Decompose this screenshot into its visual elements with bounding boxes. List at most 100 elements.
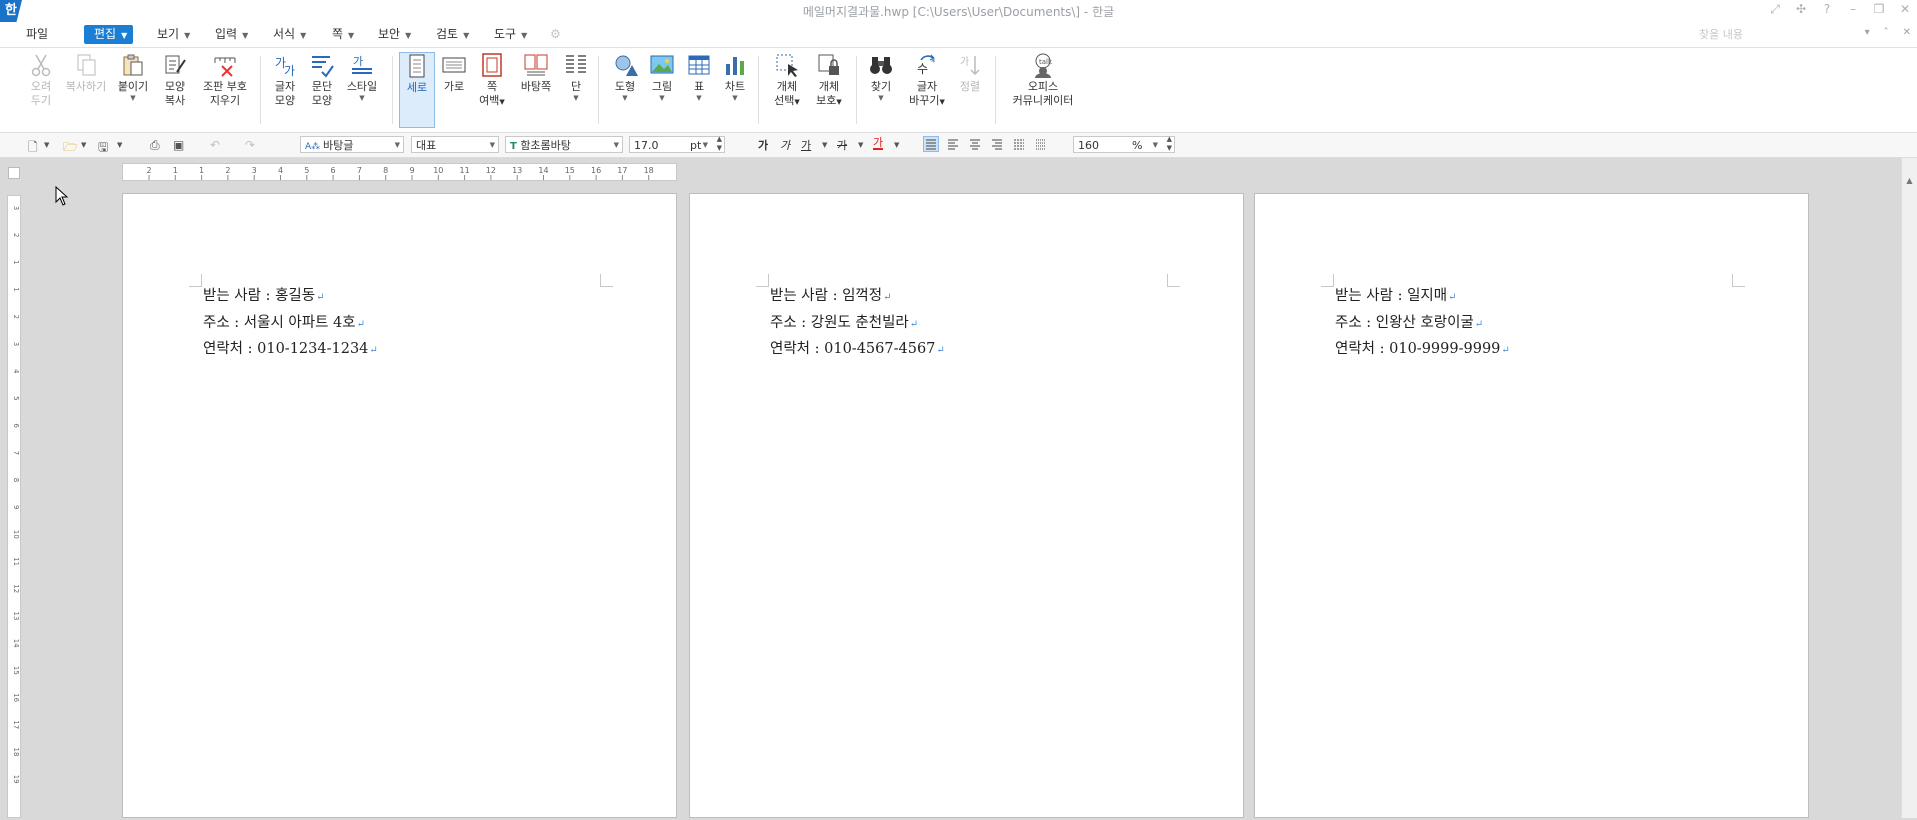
menu-security[interactable]: 보안 ▼ <box>374 25 415 44</box>
restore-button[interactable]: ❐ <box>1871 2 1887 17</box>
binoculars-icon <box>870 57 892 74</box>
help-icon[interactable]: ? <box>1819 2 1835 17</box>
left-align-icon[interactable] <box>946 137 960 151</box>
language-select[interactable]: 대표 ▼ <box>411 136 499 153</box>
style-button[interactable]: 가 스타일 ▼ <box>342 52 382 102</box>
picture-icon <box>650 55 674 74</box>
fullscreen-icon[interactable]: ⤢ <box>1767 2 1783 17</box>
ruler-label: 18 <box>644 166 654 175</box>
italic-button[interactable]: 가 <box>780 137 790 153</box>
horizontal-ruler-ticks: 2 1 1 2 3 4 5 6 7 8 9 10 11 12 13 14 15 16 17 18 <box>146 166 654 180</box>
find-button[interactable]: 찾기 ▼ <box>864 52 898 102</box>
shape-button[interactable]: 도형 ▼ <box>607 52 643 102</box>
portrait-button[interactable]: 세로 <box>399 52 435 128</box>
chevron-down-icon[interactable]: ▼ <box>81 141 86 149</box>
clear-format-button[interactable]: 조판 부호 지우기 <box>198 52 252 108</box>
ruler-label: 4 <box>12 369 20 374</box>
replace-button[interactable]: 수 * 글자 바꾸기▼ <box>905 52 949 109</box>
menu-view[interactable]: 보기 ▼ <box>153 25 194 44</box>
chevron-down-icon[interactable]: ▼ <box>117 141 122 149</box>
ribbon-divider <box>598 56 599 124</box>
zoom-spinner[interactable]: ▲ ▼ <box>1167 135 1172 153</box>
svg-text:가: 가 <box>960 56 969 68</box>
chevron-down-icon[interactable]: ▼ <box>822 141 827 149</box>
menu-insert[interactable]: 입력 ▼ <box>211 25 252 44</box>
chevron-down-icon[interactable]: ▼ <box>858 141 863 149</box>
strike-button[interactable]: 가 <box>837 137 847 153</box>
new-document-icon[interactable]: 🗋 <box>28 138 38 159</box>
object-protect-button[interactable]: 개체 보호▼ <box>810 52 848 109</box>
ribbon-options-icon[interactable]: ▾ <box>1865 27 1870 38</box>
menu-tools[interactable]: 도구 ▼ <box>490 25 531 44</box>
horizontal-ruler[interactable]: 2 1 1 2 3 4 5 6 7 8 9 10 11 12 13 14 15 16 17 18 <box>122 163 677 181</box>
style-select[interactable]: A⁂ 바탕글 ▼ <box>300 136 404 153</box>
recipient-line: 받는 사람 : 홍길동↵ <box>203 288 325 304</box>
font-color-button[interactable]: 가 <box>873 137 884 150</box>
justify-align-icon[interactable] <box>923 136 939 152</box>
minimize-button[interactable]: – <box>1845 2 1861 17</box>
format-copy-button[interactable]: 모양 복사 <box>158 52 192 108</box>
pin-icon[interactable]: ✣ <box>1793 2 1809 17</box>
scroll-up-icon[interactable]: ▲ <box>1902 176 1917 185</box>
print-preview-icon[interactable]: ▣ <box>173 138 184 152</box>
menu-review[interactable]: 검토 ▼ <box>432 25 473 44</box>
chevron-down-icon[interactable]: ▼ <box>44 141 49 149</box>
chevron-down-icon: ▼ <box>696 94 702 102</box>
picture-button[interactable]: 그림 ▼ <box>645 52 679 102</box>
table-button[interactable]: 표 ▼ <box>682 52 716 102</box>
ribbon-collapse-icon[interactable]: ˄ <box>1884 27 1889 38</box>
print-icon[interactable]: ⎙ <box>150 138 160 153</box>
office-communicator-button[interactable]: talk 오피스 커뮤니케이터 <box>1005 52 1081 108</box>
paste-button[interactable]: 붙이기 ▼ <box>114 52 152 102</box>
para-shape-button[interactable]: 문단 모양 <box>305 52 339 108</box>
zoom-unit: % <box>1132 139 1143 152</box>
search-input[interactable]: 찾을 내용 <box>1699 26 1869 43</box>
zoom-field[interactable]: 160 % ▼ ▲ ▼ <box>1073 135 1175 153</box>
ruler-toggle[interactable] <box>8 167 20 179</box>
vertical-ruler[interactable]: 3 2 1 1 2 3 4 5 6 7 8 9 10 11 12 13 14 15 16 17 18 19 <box>7 195 21 818</box>
font-select[interactable]: T 함초롬바탕 ▼ <box>505 136 623 153</box>
redo-icon[interactable]: ↷ <box>245 138 255 152</box>
close-doc-icon[interactable]: ✕ <box>1903 27 1911 38</box>
page-3-text[interactable]: 받는 사람 : 일지매↵ 주소 : 인왕산 호랑이굴↵ 연락처 : 010-99… <box>1335 284 1510 364</box>
char-shape-label-2: 모양 <box>274 94 296 107</box>
document-page-1[interactable]: 받는 사람 : 홍길동↵ 주소 : 서울시 아파트 4호↵ 연락처 : 010-… <box>122 193 677 818</box>
char-shape-button[interactable]: 가가 글자 모양 <box>268 52 302 108</box>
distribute-align-icon[interactable] <box>1012 137 1026 151</box>
page-1-text[interactable]: 받는 사람 : 홍길동↵ 주소 : 서울시 아파트 4호↵ 연락처 : 010-… <box>203 284 378 364</box>
menu-edit[interactable]: 편집 ▼ <box>84 25 134 44</box>
split-align-icon[interactable] <box>1034 137 1048 151</box>
menu-file-label: 파일 <box>26 27 49 41</box>
margin-button[interactable]: 쪽 여백▼ <box>475 52 509 109</box>
center-align-icon[interactable] <box>968 137 982 151</box>
right-align-icon[interactable] <box>990 137 1004 151</box>
open-folder-icon[interactable]: 🗁 <box>63 138 78 159</box>
document-page-2[interactable]: 받는 사람 : 임꺽정↵ 주소 : 강원도 춘천빌라↵ 연락처 : 010-45… <box>689 193 1244 818</box>
object-select-button[interactable]: 개체 선택▼ <box>768 52 806 109</box>
columns-button[interactable]: 단 ▼ <box>560 52 592 102</box>
chart-button[interactable]: 차트 ▼ <box>718 52 752 102</box>
menu-page[interactable]: 쪽 ▼ <box>328 25 358 44</box>
landscape-button[interactable]: 가로 <box>437 52 471 94</box>
font-size-field[interactable]: 17.0 pt ▼ ▲ ▼ <box>629 135 725 153</box>
paste-label: 붙이기 <box>117 80 149 93</box>
undo-icon[interactable]: ↶ <box>210 138 220 152</box>
close-button[interactable]: ✕ <box>1897 2 1913 17</box>
vertical-scrollbar[interactable]: ▲ <box>1901 158 1917 818</box>
chevron-down-icon[interactable]: ▼ <box>894 141 899 149</box>
cut-button[interactable]: 오려 두기 <box>24 52 58 108</box>
bold-button[interactable]: 가 <box>758 137 768 153</box>
font-size-spinner[interactable]: ▲ ▼ <box>717 135 722 153</box>
sort-button[interactable]: 가 정렬 <box>953 52 987 94</box>
chevron-down-icon: ▼ <box>121 31 128 40</box>
background-page-button[interactable]: 바탕쪽 <box>515 52 557 94</box>
menu-format[interactable]: 서식 ▼ <box>269 25 310 44</box>
save-icon[interactable]: 🖫 <box>98 138 108 159</box>
document-page-3[interactable]: 받는 사람 : 일지매↵ 주소 : 인왕산 호랑이굴↵ 연락처 : 010-99… <box>1254 193 1809 818</box>
copy-button[interactable]: 복사하기 <box>62 52 110 94</box>
page-2-text[interactable]: 받는 사람 : 임꺽정↵ 주소 : 강원도 춘천빌라↵ 연락처 : 010-45… <box>770 284 945 364</box>
chevron-down-icon: ▼ <box>521 31 528 40</box>
menu-file[interactable]: 파일 <box>22 25 52 44</box>
underline-button[interactable]: 가 <box>801 137 811 153</box>
gear-icon[interactable]: ⚙ <box>546 25 565 44</box>
